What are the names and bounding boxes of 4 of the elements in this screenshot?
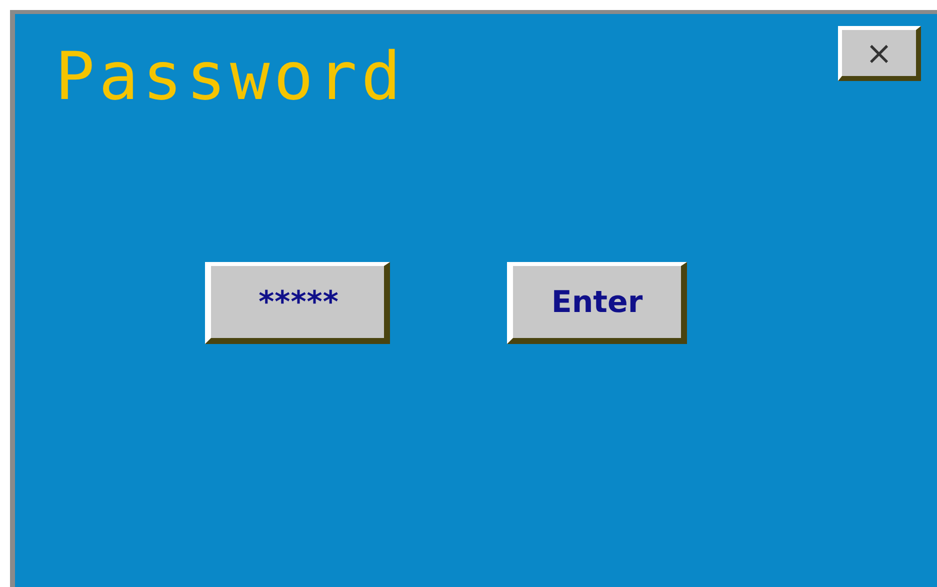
password-field[interactable]: *****	[205, 262, 390, 344]
enter-button[interactable]: Enter	[507, 262, 687, 344]
dialog-title: Password	[55, 44, 405, 110]
close-button[interactable]: ×	[838, 26, 921, 81]
